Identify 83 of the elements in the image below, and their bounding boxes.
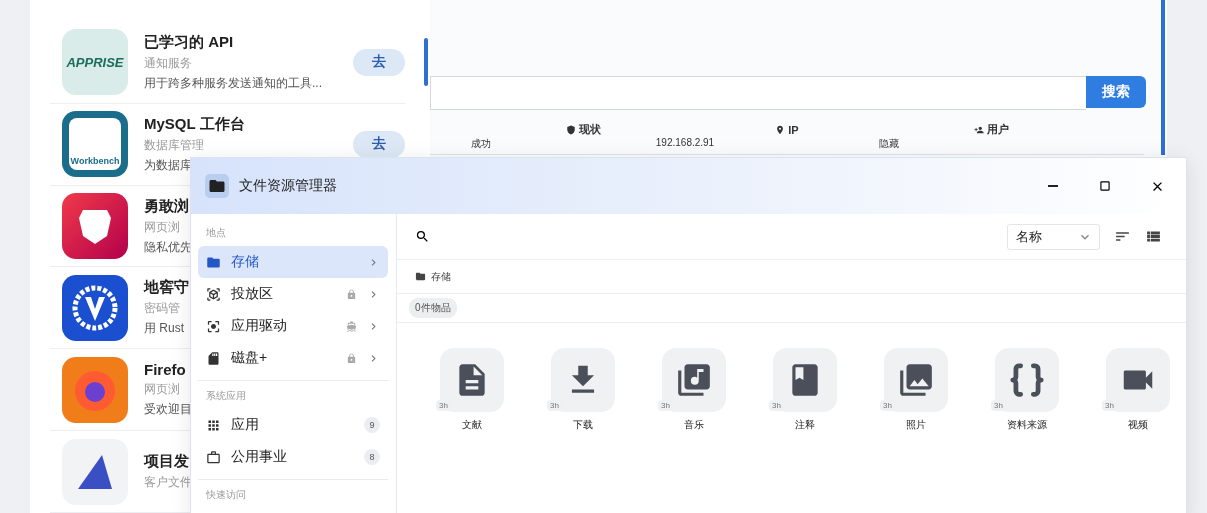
- age-badge: 3h: [1102, 400, 1117, 411]
- sidebar-item-icon: [206, 318, 221, 334]
- folder-name: 资料来源: [1007, 418, 1047, 432]
- app-logo: Workbench: [62, 111, 128, 178]
- age-badge: 3h: [658, 400, 673, 411]
- sidebar-item[interactable]: 应用 9: [198, 409, 388, 441]
- folder-name: 文献: [462, 418, 482, 432]
- column-icon: [565, 124, 576, 135]
- folder-name: 音乐: [684, 418, 704, 432]
- age-badge: 3h: [547, 400, 562, 411]
- search-field[interactable]: [430, 76, 1086, 110]
- age-badge: 3h: [769, 400, 784, 411]
- app-category: 通知服务: [144, 54, 192, 72]
- minimize-icon: [1048, 185, 1058, 187]
- folder-tile[interactable]: [440, 348, 504, 412]
- item-count-chip: 0件物品: [409, 298, 457, 318]
- age-badge: 3h: [991, 400, 1006, 411]
- count-badge: 8: [364, 449, 380, 465]
- sidebar-item-icon: [206, 286, 221, 302]
- sidebar-item-icon: [206, 449, 221, 465]
- folder-tile[interactable]: [662, 348, 726, 412]
- app-name: Firefo: [144, 361, 186, 379]
- app-description: 为数据库: [144, 156, 192, 174]
- section-title: 地点: [205, 226, 227, 240]
- folder-type-icon: [675, 361, 713, 399]
- age-badge: 3h: [880, 400, 895, 411]
- app-name: 地窖守: [144, 278, 189, 298]
- breadcrumb-item[interactable]: 存储: [431, 269, 451, 284]
- folder-icon: [415, 271, 426, 282]
- count-badge: 9: [364, 417, 380, 433]
- app-description: 用于跨多种服务发送通知的工具...: [144, 74, 322, 92]
- window-title: 文件资源管理器: [239, 177, 338, 195]
- column-icon: [775, 124, 786, 135]
- gear-logo: [62, 274, 128, 341]
- app-category: 数据库管理: [144, 136, 204, 154]
- folder-icon: [205, 174, 229, 198]
- app-category: 密码管: [144, 300, 180, 318]
- age-badge: 3h: [436, 400, 451, 411]
- app-category: 网页浏: [144, 381, 180, 399]
- folder-name: 照片: [906, 418, 926, 432]
- app-name: 勇敢浏: [144, 196, 189, 216]
- scrollbar[interactable]: [1161, 0, 1165, 155]
- maximize-icon: [1098, 179, 1112, 193]
- go-button[interactable]: 去: [353, 48, 405, 76]
- folder-name: 下载: [573, 418, 593, 432]
- braces-icon: [1008, 361, 1046, 399]
- sidebar-item[interactable]: 存储: [198, 246, 388, 278]
- sidebar-item[interactable]: 应用驱动: [198, 310, 388, 342]
- column-header: IP: [736, 110, 838, 137]
- table-cell: 成功: [430, 137, 532, 155]
- sidebar-item[interactable]: 磁盘+: [198, 342, 388, 374]
- folder-tile[interactable]: [1106, 348, 1170, 412]
- folder-type-icon: [897, 361, 935, 399]
- lion-logo: [62, 193, 128, 260]
- search-icon[interactable]: [415, 229, 430, 244]
- column-header: 现状: [532, 110, 634, 137]
- app-description: 用 Rust: [144, 320, 184, 338]
- app-description: 受欢迎目: [144, 401, 192, 419]
- sidebar-item[interactable]: 公用事业 8: [198, 441, 388, 473]
- app-name: MySQL 工作台: [144, 114, 245, 134]
- sidebar-item-icon: [206, 350, 221, 366]
- folder-name: 视频: [1128, 418, 1148, 432]
- sidebar-item[interactable]: 投放区: [198, 278, 388, 310]
- app-logo: APPRISE: [62, 29, 128, 96]
- folder-name: 注释: [795, 418, 815, 432]
- go-button[interactable]: 去: [353, 130, 405, 158]
- folder-tile[interactable]: [995, 348, 1059, 412]
- app-category: 网页浏: [144, 218, 180, 236]
- column-header: 用户: [940, 110, 1042, 137]
- column-icon: [973, 124, 984, 135]
- search-button[interactable]: 搜索: [1086, 76, 1146, 108]
- table-cell: 隐藏: [838, 137, 940, 155]
- sort-select[interactable]: 名称: [1007, 223, 1100, 250]
- folder-tile[interactable]: [551, 348, 615, 412]
- app-name: 已学习的 API: [144, 32, 234, 52]
- scrollbar-thumb[interactable]: [424, 38, 428, 86]
- fox-logo: [62, 356, 128, 423]
- section-title: 系统应用: [205, 389, 247, 403]
- folder-tile[interactable]: [884, 348, 948, 412]
- folder-tile[interactable]: [773, 348, 837, 412]
- app-name: 项目发: [144, 452, 189, 472]
- table-cell: 192.168.2.91: [634, 137, 736, 155]
- section-title: 快速访问: [205, 488, 247, 502]
